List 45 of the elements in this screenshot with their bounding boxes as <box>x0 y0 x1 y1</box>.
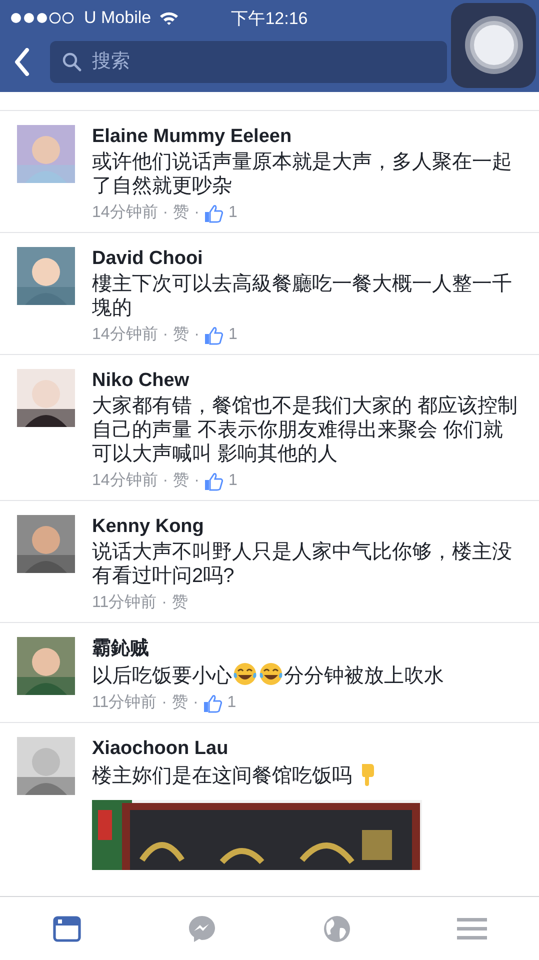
search-field[interactable]: 搜索 <box>50 41 447 83</box>
comment-time: 14分钟前 <box>92 203 158 223</box>
separator-dot: · <box>194 325 200 345</box>
comment-text: 以后吃饭要小心 分分钟被放上吹水 <box>92 662 444 688</box>
like-count: 1 <box>228 471 238 491</box>
thumbs-up-icon <box>204 326 224 344</box>
search-icon <box>62 52 82 72</box>
separator-dot: · <box>162 203 168 223</box>
like-count: 1 <box>227 693 236 713</box>
thumbs-up-icon <box>204 472 224 490</box>
laughing-tears-emoji <box>234 663 256 685</box>
separator-dot: · <box>192 693 198 713</box>
thumbs-up-icon <box>204 204 224 222</box>
laughing-tears-emoji <box>260 663 282 685</box>
pointing-down-icon <box>362 764 374 786</box>
commenter-name[interactable]: David Chooi <box>92 247 203 271</box>
like-count: 1 <box>228 325 238 345</box>
comment-time: 11分钟前 <box>92 593 157 613</box>
commenter-name[interactable]: Kenny Kong <box>92 515 204 539</box>
commenter-name[interactable]: Xiaochoon Lau <box>92 737 228 761</box>
separator-dot: · <box>162 325 168 345</box>
separator-dot: · <box>162 593 167 613</box>
like-count: 1 <box>228 203 238 223</box>
separator-dot: · <box>194 471 200 491</box>
comment-text: 樓主下次可以去高級餐廳吃一餐大概一人整一千塊的 <box>92 272 513 320</box>
separator-dot: · <box>194 203 200 223</box>
commenter-name[interactable]: Elaine Mummy Eeleen <box>92 125 292 149</box>
status-time: 下午12:16 <box>231 8 308 28</box>
carrier-name: U Mobile <box>84 8 152 28</box>
back-icon[interactable] <box>14 48 30 76</box>
comment-time: 11分钟前 <box>92 693 157 713</box>
news-feed-icon[interactable] <box>53 916 82 942</box>
commenter-name[interactable]: Niko Chew <box>92 369 190 393</box>
comment-text: 楼主妳们是在这间餐馆吃饭吗 <box>92 762 378 788</box>
comment-time: 14分钟前 <box>92 471 158 491</box>
commenter-name[interactable]: 霸鈊贼 <box>92 637 149 661</box>
thumbs-up-icon <box>203 694 222 712</box>
separator-dot: · <box>162 471 168 491</box>
comment-text: 说话大声不叫野人只是人家中气比你够，楼主没有看过叶问2吗? <box>92 540 513 588</box>
separator-dot: · <box>162 693 167 713</box>
comment-time: 14分钟前 <box>92 325 158 345</box>
comment-text: 或许他们说话声量原本就是大声，多人聚在一起了自然就更吵杂 <box>92 150 513 198</box>
wifi-icon <box>159 10 180 26</box>
comment-text: 大家都有错，餐馆也不是我们大家的 都应该控制自己的声量 不表示你朋友难得出来聚会 你们就可以大声喊叫 影响其他的人 <box>92 394 519 466</box>
assistive-touch-button[interactable] <box>451 3 536 88</box>
